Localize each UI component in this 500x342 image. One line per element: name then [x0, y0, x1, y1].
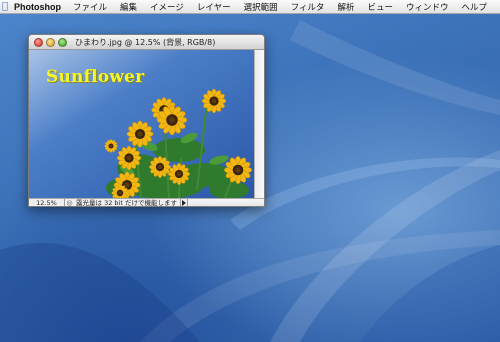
minimize-button[interactable] [46, 38, 55, 47]
menu-view[interactable]: ビュー [367, 1, 393, 13]
apple-icon[interactable]:  [0, 1, 10, 12]
menu-filter[interactable]: フィルタ [291, 1, 325, 13]
close-button[interactable] [34, 38, 43, 47]
photo-text-sunflower: Sunflower [46, 67, 145, 87]
zoom-level-field[interactable]: 12.5% [29, 198, 65, 206]
menu-select[interactable]: 選択範囲 [244, 1, 278, 13]
menu-help[interactable]: ヘルプ [461, 1, 487, 13]
horizontal-scrollbar[interactable] [187, 198, 264, 206]
menu-app-name[interactable]: Photoshop [14, 2, 61, 12]
status-menu-arrow-icon[interactable] [179, 198, 188, 206]
status-bar: 12.5% ◎ 露光量は 32 bit だけで機能します [29, 198, 264, 207]
image-canvas[interactable]: Sunflower [29, 50, 254, 198]
zoom-button[interactable] [58, 38, 67, 47]
document-window: ひまわり.jpg @ 12.5% (背景, RGB/8) Sunflower 1… [28, 34, 265, 207]
menu-window[interactable]: ウィンドウ [406, 1, 449, 13]
menu-file[interactable]: ファイル [73, 1, 107, 13]
vertical-scrollbar[interactable] [254, 50, 264, 198]
window-title: ひまわり.jpg @ 12.5% (背景, RGB/8) [75, 38, 216, 47]
window-titlebar[interactable]: ひまわり.jpg @ 12.5% (背景, RGB/8) [29, 35, 264, 50]
menu-image[interactable]: イメージ [150, 1, 184, 13]
menu-bar:  Photoshop ファイル 編集 イメージ レイヤー 選択範囲 フィルタ … [0, 0, 500, 14]
status-text: 露光量は 32 bit だけで機能します [76, 199, 177, 207]
menu-analysis[interactable]: 解析 [337, 1, 354, 13]
menu-edit[interactable]: 編集 [120, 1, 137, 13]
menu-layer[interactable]: レイヤー [197, 1, 231, 13]
status-info-icon: ◎ [66, 199, 73, 207]
